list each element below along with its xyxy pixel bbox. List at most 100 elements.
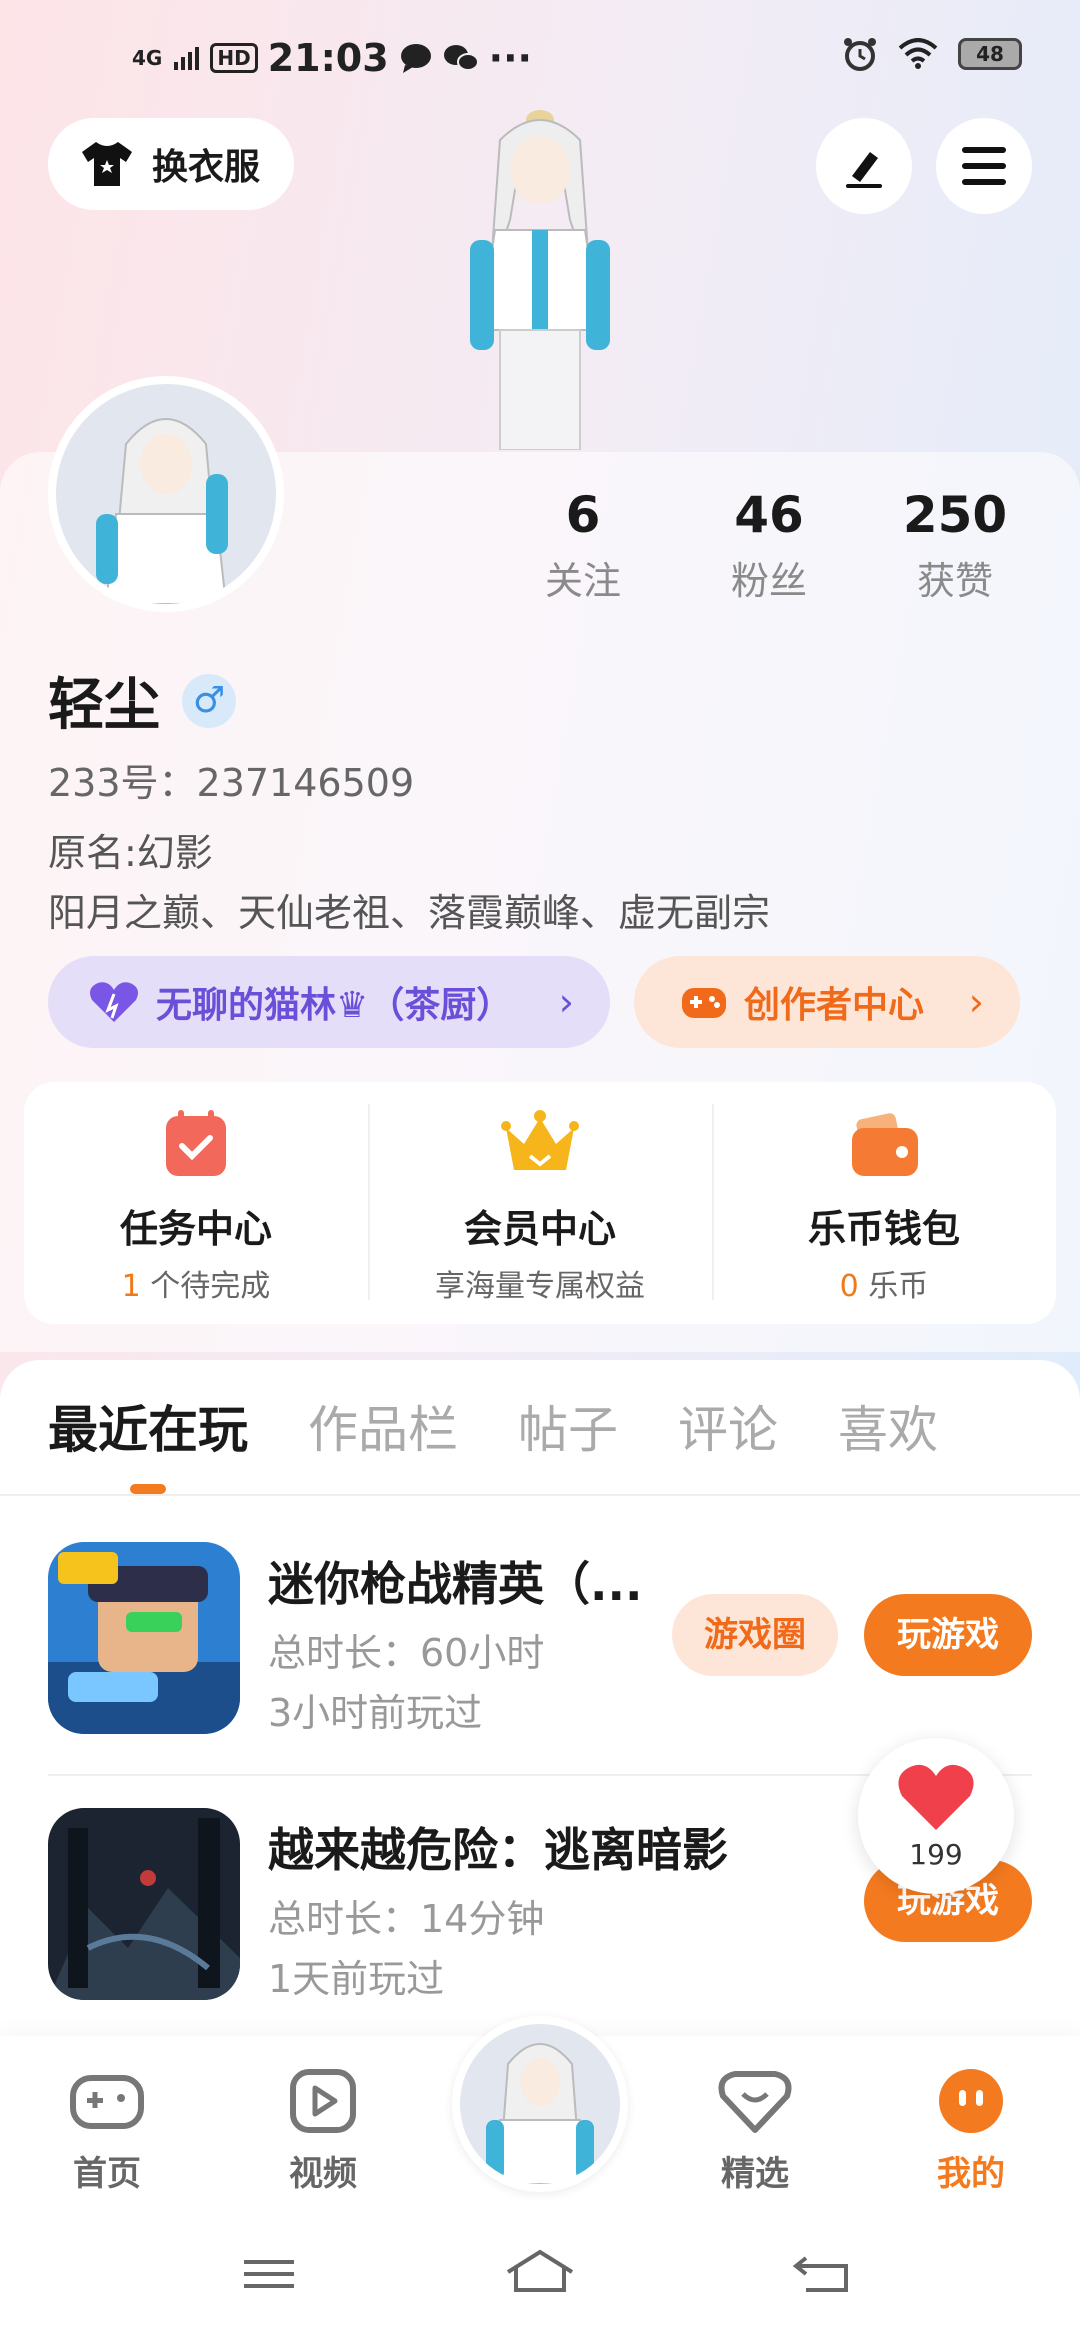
- guild-button[interactable]: 无聊的猫林♛（茶厨） ›: [48, 956, 610, 1048]
- network-label: 4G: [132, 46, 163, 70]
- game-thumbnail: [48, 1808, 240, 2000]
- profile-tabs: 最近在玩 作品栏 帖子 评论 喜欢: [48, 1390, 938, 1462]
- alarm-icon: [844, 38, 876, 71]
- task-center-title: 任务中心: [119, 1207, 272, 1251]
- like-count: 199: [909, 1838, 963, 1871]
- pencil-icon: [846, 152, 882, 188]
- menu-button[interactable]: [936, 118, 1032, 214]
- task-center-item[interactable]: 任务中心 1 个待完成: [24, 1082, 368, 1324]
- stats-row: 6 关注 46 粉丝 250 获赞: [490, 486, 1050, 605]
- bio-line-1: 原名:幻影: [48, 831, 213, 875]
- avatar-image: [486, 2043, 594, 2184]
- floating-like-button[interactable]: 199: [858, 1738, 1014, 1894]
- nav-mine-label: 我的: [937, 2154, 1005, 2194]
- change-outfit-button[interactable]: 换衣服: [48, 118, 294, 210]
- heart-gem-icon: [718, 2071, 792, 2133]
- signal-icon: [174, 47, 200, 70]
- change-outfit-label: 换衣服: [152, 147, 261, 188]
- avatar-image: [96, 418, 228, 604]
- crown-icon: [501, 1110, 579, 1170]
- task-center-sub: 1 个待完成: [24, 1261, 368, 1305]
- vip-center-sub: 享海量专属权益: [435, 1269, 645, 1304]
- nav-mine[interactable]: 我的: [896, 2066, 1046, 2195]
- creator-center-button[interactable]: 创作者中心 ›: [634, 956, 1020, 1048]
- nav-home-label: 首页: [73, 2154, 141, 2194]
- system-menu-icon[interactable]: [240, 2232, 304, 2312]
- bio-line-2: 阳月之巅、天仙老祖、落霞巅峰、虚无副宗: [48, 891, 771, 935]
- game-row[interactable]: 迷你枪战精英（... 总时长：60小时 3小时前玩过 游戏圈 玩游戏: [48, 1542, 1032, 1735]
- system-back-icon[interactable]: [792, 2232, 856, 2312]
- active-tab-indicator: [130, 1484, 166, 1494]
- quick-actions-card: 任务中心 1 个待完成 会员中心 享海量专属权益 乐币钱包 0 乐币: [24, 1082, 1056, 1324]
- game-duration: 总时长：60小时: [268, 1631, 545, 1675]
- coin-count: 0: [839, 1269, 859, 1304]
- followers-count: 46: [734, 486, 804, 544]
- chevron-right-icon: ›: [558, 980, 574, 1024]
- task-count-suffix: 个待完成: [140, 1269, 271, 1304]
- guild-label: 无聊的猫林♛（茶厨）: [156, 985, 513, 1026]
- more-status: ···: [488, 36, 532, 80]
- tab-posts[interactable]: 帖子: [518, 1390, 618, 1462]
- coin-wallet-sub: 0 乐币: [712, 1261, 1056, 1305]
- game-circle-button[interactable]: 游戏圈: [672, 1594, 838, 1676]
- status-right: 48: [842, 36, 1022, 72]
- profile-avatar[interactable]: [48, 376, 284, 612]
- game-duration: 总时长：14分钟: [268, 1897, 545, 1941]
- system-home-icon[interactable]: [502, 2232, 578, 2312]
- gamepad-icon: [682, 988, 726, 1018]
- nav-picks[interactable]: 精选: [680, 2066, 830, 2195]
- tabs-divider: [0, 1494, 1080, 1496]
- following-label: 关注: [544, 559, 621, 603]
- following-count: 6: [565, 486, 601, 544]
- chevron-right-icon: ›: [968, 980, 984, 1024]
- clock: 21:03: [267, 36, 389, 80]
- user-id[interactable]: 233号：237146509: [48, 752, 414, 807]
- male-gender-icon: ♂: [182, 673, 236, 728]
- wallet-icon: [852, 1113, 918, 1176]
- likes-stat[interactable]: 250 获赞: [862, 486, 1048, 605]
- wechat-icon: [443, 45, 479, 71]
- avatar-character-image[interactable]: [440, 100, 640, 450]
- tab-comments[interactable]: 评论: [678, 1390, 778, 1462]
- creator-center-label: 创作者中心: [744, 985, 925, 1026]
- nav-center-avatar[interactable]: [452, 2016, 628, 2192]
- tab-recently-played[interactable]: 最近在玩: [48, 1390, 248, 1462]
- game-title: 迷你枪战精英（...: [268, 1557, 643, 1611]
- hd-badge: HD: [210, 43, 258, 73]
- coin-suffix: 乐币: [858, 1269, 929, 1304]
- video-icon: [290, 2069, 356, 2133]
- calendar-check-icon: [166, 1110, 226, 1176]
- likes-label: 获赞: [916, 559, 993, 603]
- vip-center-title: 会员中心: [463, 1207, 616, 1251]
- game-title: 越来越危险：逃离暗影: [268, 1823, 728, 1877]
- coin-wallet-title: 乐币钱包: [807, 1207, 960, 1251]
- nav-video[interactable]: 视频: [248, 2066, 398, 2195]
- game-last-played: 1天前玩过: [268, 1957, 445, 2001]
- gamepad-icon: [70, 2075, 144, 2129]
- purple-heart-icon: [90, 982, 138, 1022]
- followers-stat[interactable]: 46 粉丝: [676, 486, 862, 605]
- edit-button[interactable]: [816, 118, 912, 214]
- tab-works[interactable]: 作品栏: [308, 1390, 458, 1462]
- nav-video-label: 视频: [289, 2154, 357, 2194]
- nav-picks-label: 精选: [721, 2154, 789, 2194]
- play-game-button[interactable]: 玩游戏: [864, 1594, 1032, 1676]
- task-count: 1: [121, 1269, 141, 1304]
- status-left: 4G HD 21:03 ···: [132, 36, 532, 80]
- following-stat[interactable]: 6 关注: [490, 486, 676, 605]
- message-icon: [400, 44, 431, 73]
- tab-likes[interactable]: 喜欢: [838, 1390, 938, 1462]
- shirt-icon: [82, 142, 132, 186]
- likes-count: 250: [902, 486, 1008, 544]
- coin-wallet-item[interactable]: 乐币钱包 0 乐币: [712, 1082, 1056, 1324]
- heart-icon: [898, 1764, 974, 1830]
- nav-home[interactable]: 首页: [32, 2066, 182, 2195]
- smile-face-icon: [939, 2069, 1003, 2133]
- wifi-icon: [898, 38, 938, 69]
- game-last-played: 3小时前玩过: [268, 1691, 483, 1735]
- username: 轻尘: [48, 673, 160, 738]
- vip-center-item[interactable]: 会员中心 享海量专属权益: [368, 1082, 712, 1324]
- followers-label: 粉丝: [730, 559, 807, 603]
- battery-indicator: 48: [958, 38, 1022, 70]
- game-thumbnail: [48, 1542, 240, 1734]
